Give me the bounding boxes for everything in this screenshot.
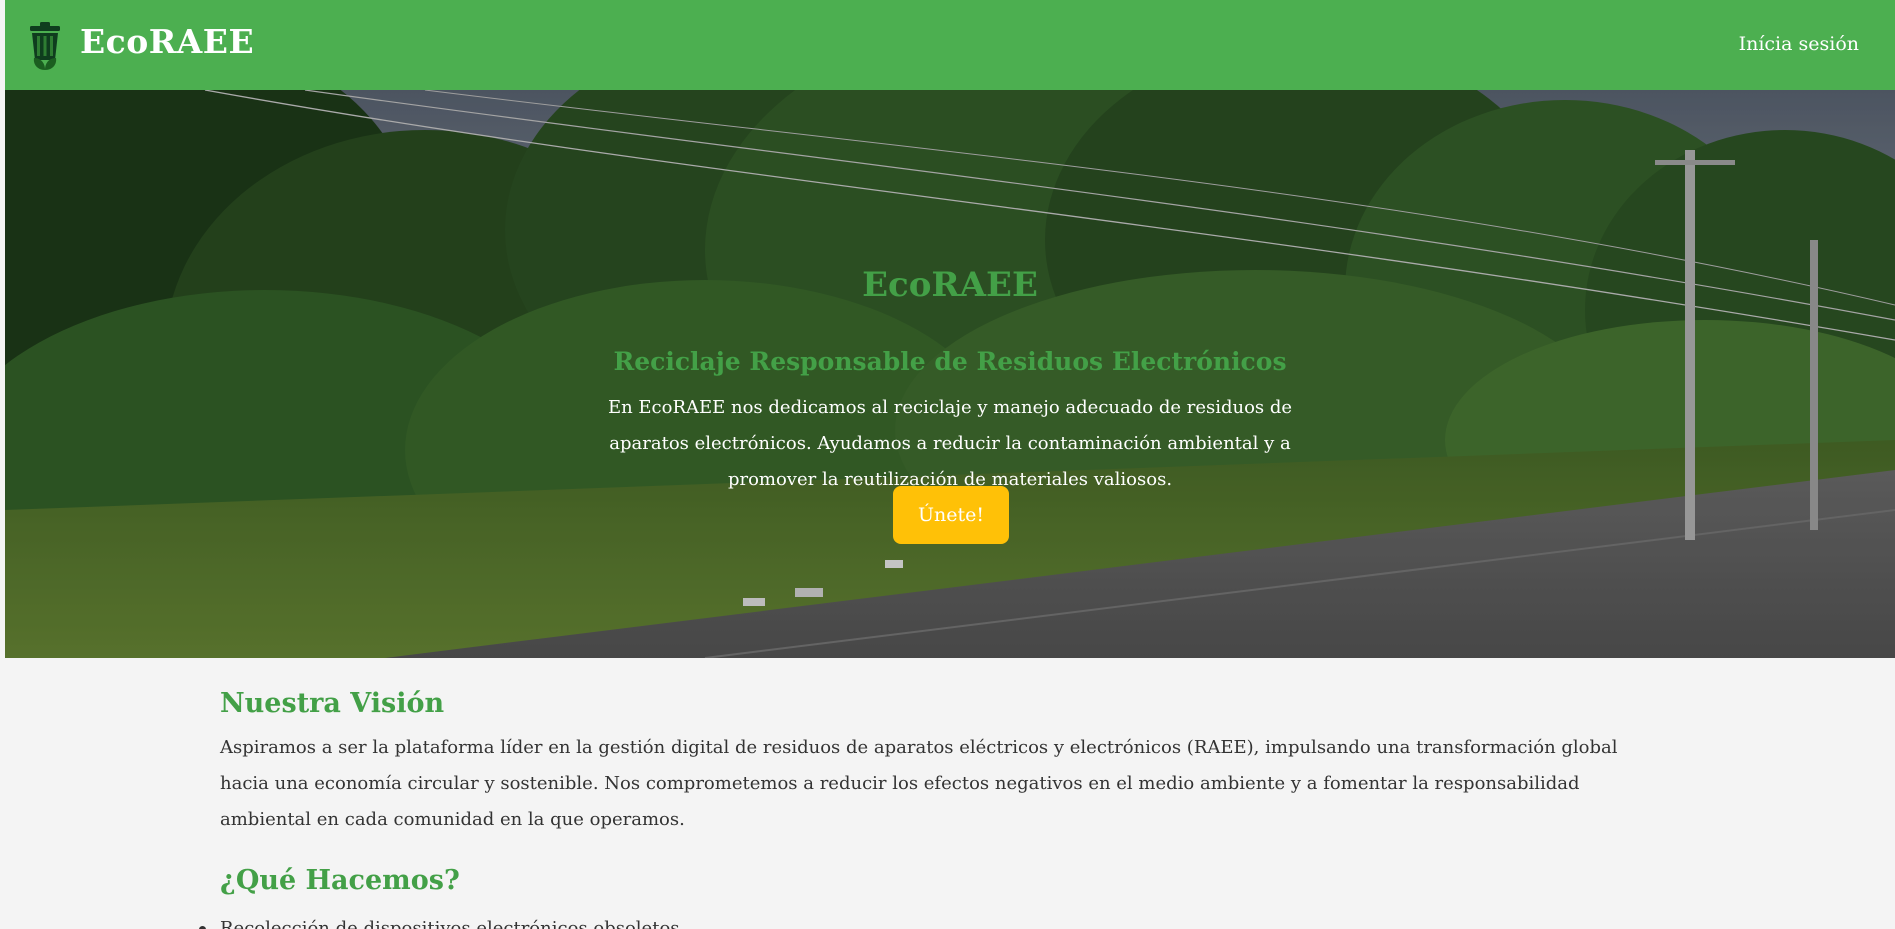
hero-section: EcoRAEE Reciclaje Responsable de Residuo… [5, 90, 1895, 658]
recycle-bin-leaf-icon[interactable] [25, 20, 71, 72]
site-header: EcoRAEE Inícia sesión [5, 0, 1895, 90]
list-item: Recolección de dispositivos electrónicos… [199, 911, 680, 929]
page: EcoRAEE Inícia sesión EcoRAEE Reciclaje … [0, 0, 1895, 929]
vision-text: Aspiramos a ser la plataforma líder en l… [220, 737, 1618, 830]
hero-description: En EcoRAEE nos dedicamos al reciclaje y … [607, 397, 1293, 490]
activities-list: Recolección de dispositivos electrónicos… [199, 911, 680, 929]
login-link[interactable]: Inícia sesión [1739, 33, 1859, 55]
vision-title: Nuestra Visión [220, 688, 445, 719]
what-we-do-title: ¿Qué Hacemos? [220, 865, 460, 896]
hero-title: EcoRAEE [862, 264, 1038, 305]
hero-subtitle: Reciclaje Responsable de Residuos Electr… [613, 346, 1287, 376]
join-button[interactable]: Únete! [893, 486, 1009, 544]
brand-name[interactable]: EcoRAEE [80, 22, 254, 61]
